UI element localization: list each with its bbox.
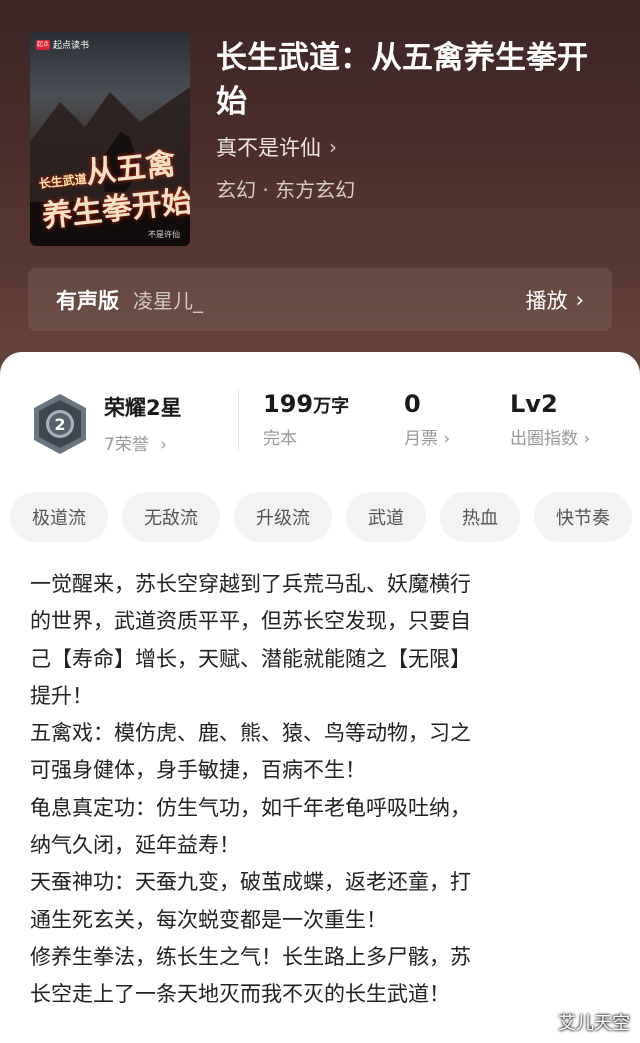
description-line: 的世界，武道资质平平，但苏长空发现，只要自 <box>30 609 471 634</box>
description-line: 长空走上了一条天地灭而我不灭的长生武道！ <box>30 982 450 1007</box>
book-description: 一觉醒来，苏长空穿越到了兵荒马乱、妖魔横行 的世界，武道资质平平，但苏长空发现，… <box>30 566 610 1014</box>
description-line: 提升！ <box>30 683 93 708</box>
description-line: 五禽戏：模仿虎、鹿、熊、猿、鸟等动物，习之 <box>30 721 471 746</box>
tag-list: 极道流 无敌流 升级流 武道 热血 快节奏 <box>10 492 632 542</box>
stats-divider <box>238 390 239 450</box>
audio-narrator: 凌星儿_ <box>133 289 203 313</box>
chevron-right-icon: › <box>575 287 584 312</box>
description-line: 己【寿命】增长，天赋、潜能就能随之【无限】 <box>30 646 471 671</box>
cover-publisher: 起点 起点读书 <box>36 39 90 51</box>
author-name: 真不是许仙 <box>216 136 321 160</box>
publisher-logo: 起点 <box>36 39 50 50</box>
watermark: 艾儿天空 <box>558 1013 630 1034</box>
description-line: 修养生拳法，练长生之气！长生路上多尸骸，苏 <box>30 944 471 969</box>
book-cover[interactable]: 起点 起点读书 长生武道从五禽 养生拳开始 不是许仙 <box>30 32 190 246</box>
tag-chip[interactable]: 无敌流 <box>122 492 220 542</box>
chevron-right-icon: › <box>160 435 168 455</box>
tag-chip[interactable]: 快节奏 <box>534 492 632 542</box>
honor-badge-icon[interactable]: 2 <box>30 392 90 456</box>
chevron-right-icon: › <box>583 429 591 449</box>
description-line: 纳气久闭，延年益寿！ <box>30 833 240 858</box>
audio-version-bar[interactable]: 有声版 凌星儿_ 播放 › <box>28 268 612 331</box>
description-line: 龟息真定功：仿生气功，如千年老龟呼吸吐纳， <box>30 795 471 820</box>
monthly-ticket-stat[interactable]: 0 月票 › <box>404 390 450 449</box>
description-line: 天蚕神功：天蚕九变，破茧成蝶，返老还童，打 <box>30 870 471 895</box>
book-title: 长生武道：从五禽养生拳开始 <box>216 40 588 120</box>
description-line: 一觉醒来，苏长空穿越到了兵荒马乱、妖魔横行 <box>30 572 471 596</box>
genre-label[interactable]: 玄幻 · 东方玄幻 <box>216 174 355 203</box>
honor-link[interactable]: 7荣誉 › <box>104 430 167 455</box>
influence-index-stat[interactable]: Lv2 出圈指数 › <box>510 390 590 449</box>
tag-chip[interactable]: 热血 <box>440 492 520 542</box>
cover-author: 不是许仙 <box>148 230 180 239</box>
chevron-right-icon: › <box>443 429 451 449</box>
author-link[interactable]: 真不是许仙 › <box>216 132 337 162</box>
cover-title: 长生武道从五禽 养生拳开始 <box>38 146 190 235</box>
description-line: 可强身健体，身手敏捷，百病不生！ <box>30 758 366 783</box>
chevron-right-icon: › <box>329 135 337 159</box>
honor-title: 荣耀2星 <box>104 396 182 420</box>
description-line: 通生死玄关，每次蜕变都是一次重生！ <box>30 907 387 932</box>
tag-chip[interactable]: 武道 <box>346 492 426 542</box>
play-button[interactable]: 播放 › <box>526 285 584 315</box>
audio-label: 有声版 <box>56 288 119 313</box>
word-count-stat: 199万字 完本 <box>263 390 350 449</box>
badge-number: 2 <box>54 415 65 434</box>
tag-chip[interactable]: 升级流 <box>234 492 332 542</box>
tag-chip[interactable]: 极道流 <box>10 492 108 542</box>
